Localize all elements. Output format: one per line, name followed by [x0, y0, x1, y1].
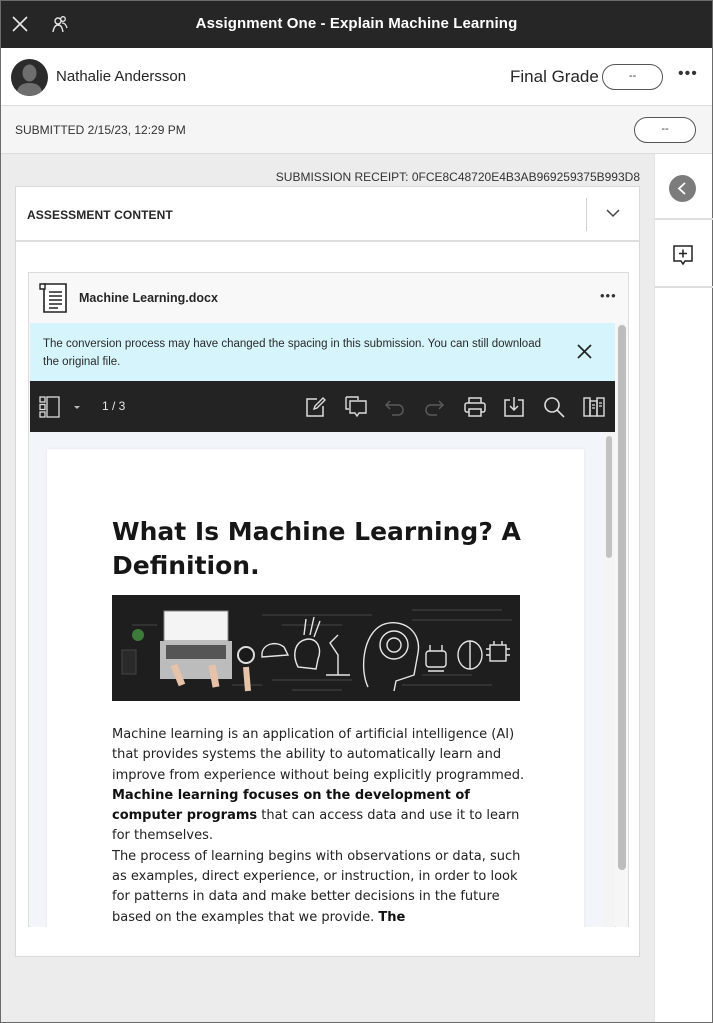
annotate-icon[interactable] — [304, 395, 328, 419]
assessment-content-title: ASSESSMENT CONTENT — [27, 208, 173, 222]
add-feedback-button[interactable] — [655, 222, 713, 288]
side-panel — [654, 154, 713, 1022]
document-icon — [39, 283, 67, 313]
conversion-notice-text: The conversion process may have changed … — [43, 338, 541, 368]
header-divider — [586, 198, 587, 231]
document-body: Machine learning is an application of ar… — [112, 725, 532, 927]
viewer-toolbar: 1 / 3 — [30, 381, 615, 432]
redo-icon[interactable] — [422, 395, 446, 419]
more-options-button[interactable]: ••• — [678, 65, 698, 83]
attempt-row: SUBMITTED 2/15/23, 12:29 PM -- — [1, 106, 712, 154]
final-grade-label: Final Grade — [510, 67, 599, 86]
final-grade-input[interactable]: -- — [602, 64, 663, 90]
top-bar: Assignment One - Explain Machine Learnin… — [1, 1, 712, 48]
undo-icon[interactable] — [383, 395, 407, 419]
document-image — [112, 595, 520, 701]
student-header: Nathalie Andersson Final Grade -- ••• — [1, 48, 712, 106]
chevron-left-icon — [677, 182, 686, 195]
close-notice-icon[interactable] — [576, 343, 593, 360]
file-viewer: Machine Learning.docx ••• The conversion… — [28, 272, 629, 927]
avatar-placeholder-icon — [16, 64, 43, 96]
collapse-panel-button[interactable] — [655, 154, 713, 220]
sidebar-toggle-icon[interactable] — [38, 395, 62, 419]
file-header: Machine Learning.docx ••• — [29, 273, 628, 323]
document-paragraph: The process of learning begins with obse… — [112, 848, 521, 925]
viewer-scrollbar-thumb[interactable] — [618, 325, 626, 870]
conversion-notice: The conversion process may have changed … — [30, 323, 615, 381]
document-canvas: What Is Machine Learning? A Definition. — [30, 432, 615, 927]
search-icon[interactable] — [542, 395, 566, 419]
attempt-grade-input[interactable]: -- — [634, 117, 696, 143]
document-title: What Is Machine Learning? A Definition. — [112, 517, 521, 580]
panel-layout-icon[interactable] — [582, 395, 606, 419]
chevron-down-icon[interactable] — [604, 204, 622, 222]
download-icon[interactable] — [502, 395, 526, 419]
document-scrollbar-thumb[interactable] — [606, 436, 612, 558]
print-icon[interactable] — [463, 395, 487, 419]
page-title: Assignment One - Explain Machine Learnin… — [195, 15, 518, 32]
comments-icon[interactable] — [344, 395, 368, 419]
document-paragraph: Machine learning is an application of ar… — [112, 727, 525, 844]
document-page: What Is Machine Learning? A Definition. — [47, 449, 584, 927]
main-content: SUBMISSION RECEIPT: 0FCE8C48720E4B3AB969… — [1, 154, 654, 1022]
page-indicator: 1 / 3 — [102, 399, 126, 413]
document-scrollbar[interactable] — [603, 432, 615, 927]
student-name: Nathalie Andersson — [56, 68, 187, 85]
submitted-timestamp: SUBMITTED 2/15/23, 12:29 PM — [15, 123, 186, 137]
file-name[interactable]: Machine Learning.docx — [79, 291, 218, 305]
add-comment-icon — [673, 245, 693, 266]
collapse-circle — [669, 175, 696, 202]
ai-illustration-image — [112, 595, 520, 701]
assessment-content-card: ASSESSMENT CONTENT Machine Learning.docx… — [15, 186, 640, 957]
assessment-content-header[interactable]: ASSESSMENT CONTENT — [16, 187, 639, 242]
dropdown-caret-icon[interactable] — [70, 395, 84, 419]
avatar — [11, 59, 48, 96]
file-more-options-button[interactable]: ••• — [600, 288, 617, 303]
submission-receipt: SUBMISSION RECEIPT: 0FCE8C48720E4B3AB969… — [275, 170, 640, 184]
viewer-scrollbar[interactable] — [616, 323, 628, 927]
